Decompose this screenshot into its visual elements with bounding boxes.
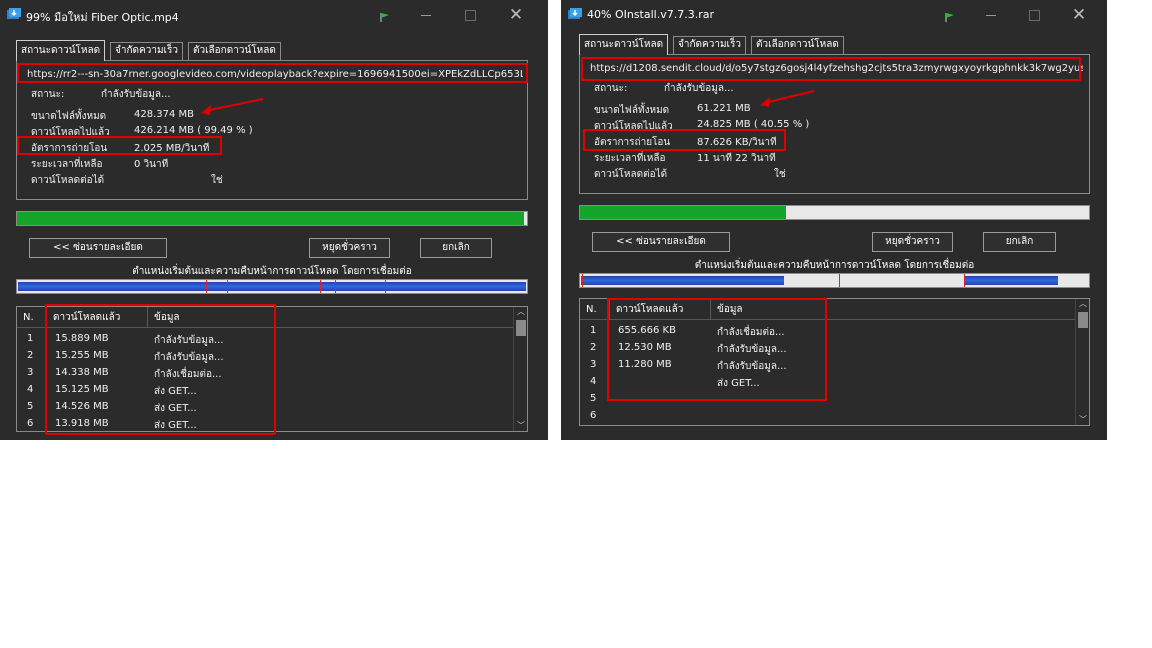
status-label: สถานะ: (594, 83, 628, 94)
scroll-thumb[interactable] (1078, 312, 1088, 328)
cell-n: 6 (590, 410, 597, 421)
cancel-button[interactable]: ยกเลิก (983, 232, 1056, 252)
total-size-label: ขนาดไฟล์ทั้งหมด (594, 105, 670, 116)
segment-marker (335, 280, 336, 293)
rate-highlight (583, 129, 786, 151)
pause-button[interactable]: หยุดชั่วคราว (309, 238, 390, 258)
scroll-down-icon[interactable]: ﹀ (1076, 415, 1089, 425)
cell-n: 3 (27, 367, 34, 378)
cell-n: 4 (590, 376, 597, 387)
download-window-2: 40% OInstall.v7.7.3.rar ✕ สถานะดาวน์โหลด… (561, 0, 1107, 440)
progress-fill (580, 206, 787, 219)
url-highlight (581, 57, 1081, 81)
list-scrollbar[interactable]: ︿ ﹀ (513, 307, 527, 431)
scroll-down-icon[interactable]: ﹀ (514, 421, 527, 431)
segment-caption: ตำแหน่งเริ่มต้นและความคืบหน้าการดาวน์โหล… (132, 266, 412, 277)
table-row[interactable]: 6 (580, 408, 1075, 425)
segment-fill (18, 282, 526, 291)
segment-fill (581, 276, 784, 285)
segment-marker (385, 280, 386, 293)
tab-download-status[interactable]: สถานะดาวน์โหลด (579, 34, 669, 55)
flag-icon (380, 13, 389, 22)
total-size-value: 428.374 MB (134, 109, 195, 120)
idm-app-icon (568, 8, 582, 19)
title-bar[interactable]: 40% OInstall.v7.7.3.rar ✕ (561, 0, 1107, 30)
scroll-thumb[interactable] (516, 320, 526, 336)
download-progress-bar (16, 211, 528, 226)
maximize-button[interactable] (1020, 4, 1048, 26)
window-title: 99% มือใหม่ Fiber Optic.mp4 (26, 11, 179, 24)
title-bar[interactable]: 99% มือใหม่ Fiber Optic.mp4 ✕ (0, 0, 548, 30)
annotation-arrow (760, 90, 815, 107)
maximize-button[interactable] (456, 4, 484, 26)
close-button[interactable]: ✕ (502, 4, 530, 26)
download-progress-bar (579, 205, 1090, 220)
resume-label: ดาวน์โหลดต่อได้ (594, 169, 668, 180)
idm-app-icon (7, 8, 21, 19)
resume-label: ดาวน์โหลดต่อได้ (31, 175, 105, 186)
cell-n: 4 (27, 384, 34, 395)
scroll-up-icon[interactable]: ︿ (1076, 299, 1089, 309)
cell-n: 1 (590, 325, 597, 336)
cancel-button[interactable]: ยกเลิก (420, 238, 492, 258)
resume-value: ใช่ (774, 169, 786, 180)
segment-marker (964, 274, 965, 287)
tab-download-options[interactable]: ตัวเลือกดาวน์โหลด (188, 42, 281, 60)
status-value: กำลังรับข้อมูล... (101, 89, 171, 100)
hide-details-button[interactable]: << ซ่อนรายละเอียด (592, 232, 730, 252)
minimize-button[interactable] (977, 4, 1005, 26)
time-left-label: ระยะเวลาที่เหลือ (594, 153, 666, 164)
tab-bar: สถานะดาวน์โหลด จำกัดความเร็ว ตัวเลือกดาว… (579, 34, 1099, 55)
segment-marker (839, 274, 840, 287)
cell-n: 1 (27, 333, 34, 344)
status-value: กำลังรับข้อมูล... (664, 83, 734, 94)
hide-details-button[interactable]: << ซ่อนรายละเอียด (29, 238, 167, 258)
segment-marker (206, 280, 207, 293)
close-button[interactable]: ✕ (1065, 4, 1093, 26)
cell-n: 5 (27, 401, 34, 412)
tab-download-status[interactable]: สถานะดาวน์โหลด (16, 40, 106, 61)
download-window-1: 99% มือใหม่ Fiber Optic.mp4 ✕ สถานะดาวน์… (0, 0, 548, 440)
tab-download-options[interactable]: ตัวเลือกดาวน์โหลด (751, 36, 844, 54)
cell-n: 6 (27, 418, 34, 429)
time-left-value: 0 วินาที (134, 159, 169, 170)
annotation-arrow (201, 98, 264, 115)
status-label: สถานะ: (31, 89, 65, 100)
window-title: 40% OInstall.v7.7.3.rar (587, 8, 714, 21)
connection-segments-bar (579, 273, 1090, 288)
tab-bar: สถานะดาวน์โหลด จำกัดความเร็ว ตัวเลือกดาว… (16, 40, 536, 61)
col-header-n[interactable]: N. (17, 307, 47, 328)
list-highlight (45, 304, 276, 435)
list-highlight (607, 298, 827, 401)
segment-fill (965, 276, 1058, 285)
segment-marker (227, 280, 228, 293)
flag-icon (945, 13, 954, 22)
connection-segments-bar (16, 279, 528, 294)
cell-n: 5 (590, 393, 597, 404)
rate-highlight (17, 136, 222, 155)
time-left-value: 11 นาที 22 วินาที (697, 153, 776, 164)
tab-speed-limit[interactable]: จำกัดความเร็ว (673, 36, 746, 54)
segment-caption: ตำแหน่งเริ่มต้นและความคืบหน้าการดาวน์โหล… (694, 260, 975, 271)
url-highlight (17, 63, 528, 83)
pause-button[interactable]: หยุดชั่วคราว (872, 232, 953, 252)
segment-marker (582, 274, 583, 287)
progress-fill (17, 212, 525, 225)
cell-n: 2 (27, 350, 34, 361)
downloaded-value: 426.214 MB ( 99.49 % ) (134, 125, 253, 136)
resume-value: ใช่ (211, 175, 223, 186)
list-scrollbar[interactable]: ︿ ﹀ (1075, 299, 1089, 425)
tab-speed-limit[interactable]: จำกัดความเร็ว (110, 42, 183, 60)
time-left-label: ระยะเวลาที่เหลือ (31, 159, 103, 170)
total-size-label: ขนาดไฟล์ทั้งหมด (31, 111, 107, 122)
cell-n: 2 (590, 342, 597, 353)
segment-marker (320, 280, 321, 293)
cell-n: 3 (590, 359, 597, 370)
minimize-button[interactable] (412, 4, 440, 26)
total-size-value: 61.221 MB (697, 103, 751, 114)
col-header-n[interactable]: N. (580, 299, 610, 320)
scroll-up-icon[interactable]: ︿ (514, 307, 527, 317)
